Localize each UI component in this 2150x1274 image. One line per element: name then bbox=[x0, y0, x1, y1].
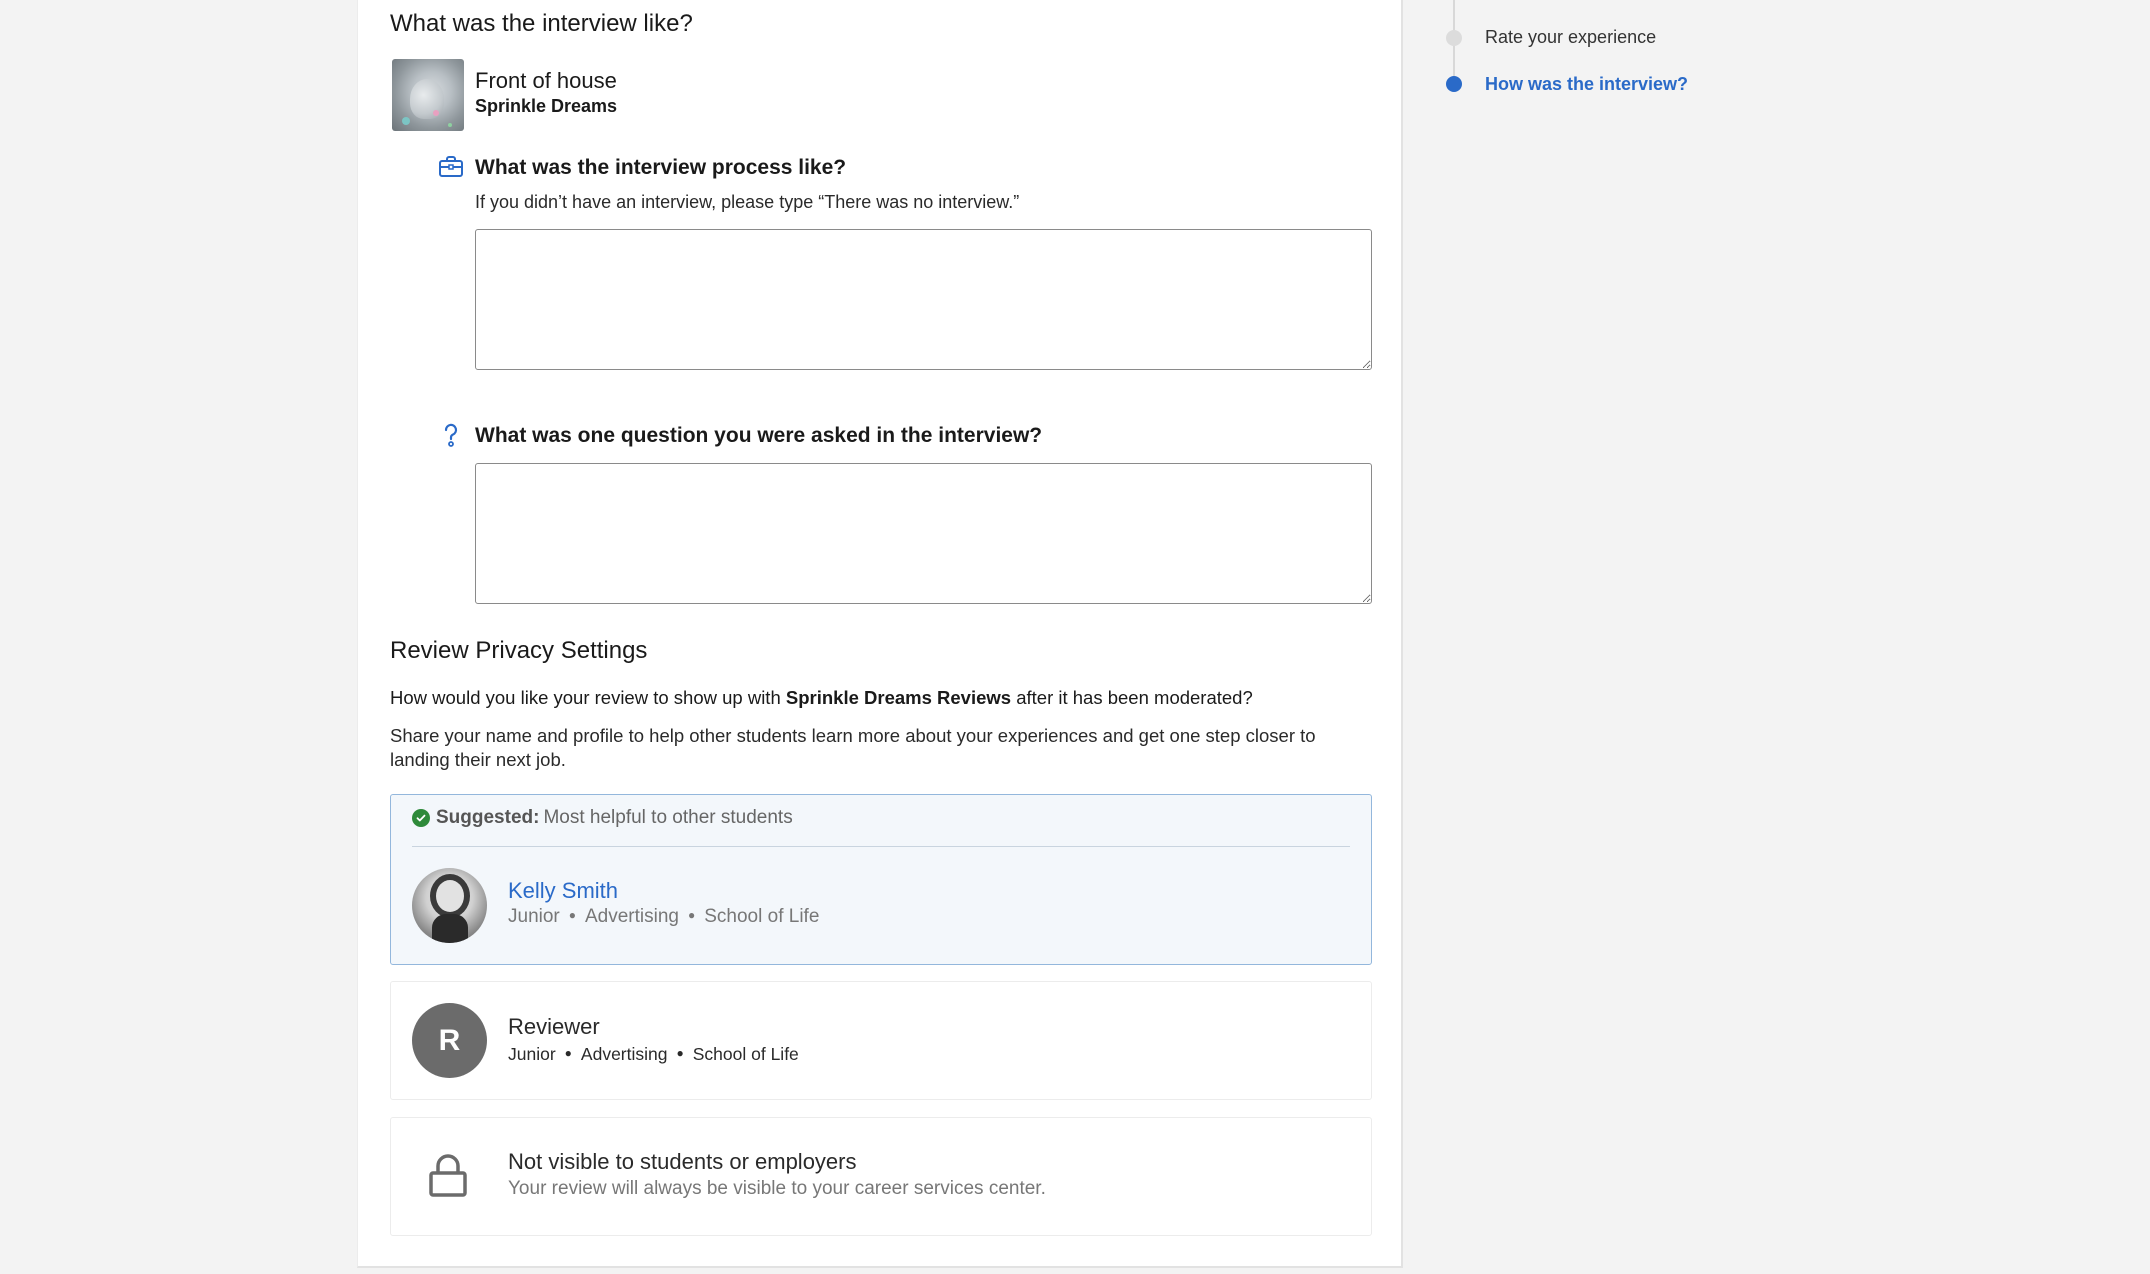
job-summary: Front of house Sprinkle Dreams bbox=[392, 59, 617, 131]
meta-year: Junior bbox=[508, 906, 560, 927]
separator-dot: ● bbox=[568, 908, 576, 922]
privacy-title: Review Privacy Settings bbox=[390, 637, 648, 664]
meta-major: Advertising bbox=[585, 906, 679, 927]
privacy-option-anonymous-reviewer[interactable]: R Reviewer Junior ● Advertising ● School of … bbox=[390, 981, 1372, 1100]
question-label: What was the interview process like? bbox=[475, 156, 847, 179]
interview-process-textarea[interactable] bbox=[475, 229, 1372, 370]
privacy-question-bold: Sprinkle Dreams Reviews bbox=[785, 687, 1012, 708]
option-note: Your review will always be visible to yo… bbox=[508, 1178, 1046, 1199]
meta-year: Junior bbox=[508, 1044, 556, 1064]
privacy-question: How would you like your review to show u… bbox=[390, 687, 1253, 709]
privacy-question-prefix: How would you like your review to show u… bbox=[390, 687, 786, 708]
profile-name: Kelly Smith bbox=[508, 878, 619, 903]
progress-stepper: Rate your experience How was the intervi… bbox=[1440, 0, 1840, 120]
separator-dot: ● bbox=[688, 908, 696, 922]
separator-dot: ● bbox=[564, 1046, 572, 1060]
suggested-note: Most helpful to other students bbox=[543, 807, 793, 828]
meta-school: School of Life bbox=[704, 906, 820, 927]
review-form-card: What was the interview like? Front of ho… bbox=[357, 0, 1403, 1268]
avatar bbox=[412, 868, 487, 943]
question-label: What was one question you were asked in … bbox=[475, 424, 1043, 447]
privacy-question-suffix: after it has been moderated? bbox=[1011, 687, 1253, 708]
divider bbox=[412, 846, 1350, 847]
question-help-text: If you didn’t have an interview, please … bbox=[475, 192, 1020, 212]
privacy-option-full-profile[interactable]: Suggested: Most helpful to other student… bbox=[390, 794, 1372, 965]
meta-school: School of Life bbox=[692, 1044, 799, 1064]
step-dot-active bbox=[1446, 76, 1462, 92]
meta-major: Advertising bbox=[580, 1044, 668, 1064]
interview-question-textarea[interactable] bbox=[475, 463, 1372, 604]
check-circle-icon bbox=[412, 809, 430, 827]
question-mark-icon bbox=[444, 423, 458, 447]
briefcase-icon bbox=[439, 156, 463, 177]
profile-meta: Junior ● Advertising ● School of Life bbox=[508, 906, 819, 928]
job-title: Front of house bbox=[475, 68, 617, 93]
step-interview[interactable]: How was the interview? bbox=[1485, 74, 1688, 95]
privacy-option-not-visible[interactable]: Not visible to students or employers You… bbox=[390, 1117, 1372, 1236]
profile-name: Reviewer bbox=[508, 1014, 600, 1039]
section-title: What was the interview like? bbox=[390, 10, 693, 37]
separator-dot: ● bbox=[676, 1046, 684, 1060]
suggested-label: Suggested: bbox=[436, 807, 540, 828]
company-name: Sprinkle Dreams bbox=[475, 96, 618, 116]
avatar-initial: R bbox=[412, 1003, 487, 1078]
step-rate-experience[interactable]: Rate your experience bbox=[1485, 27, 1656, 48]
company-logo bbox=[392, 59, 464, 131]
privacy-description: Share your name and profile to help othe… bbox=[390, 725, 1316, 770]
step-dot-inactive bbox=[1446, 30, 1462, 46]
profile-meta: Junior ● Advertising ● School of Life bbox=[508, 1044, 799, 1065]
option-title: Not visible to students or employers bbox=[508, 1149, 857, 1174]
suggested-banner: Suggested: Most helpful to other student… bbox=[412, 807, 793, 829]
lock-icon bbox=[429, 1154, 467, 1197]
